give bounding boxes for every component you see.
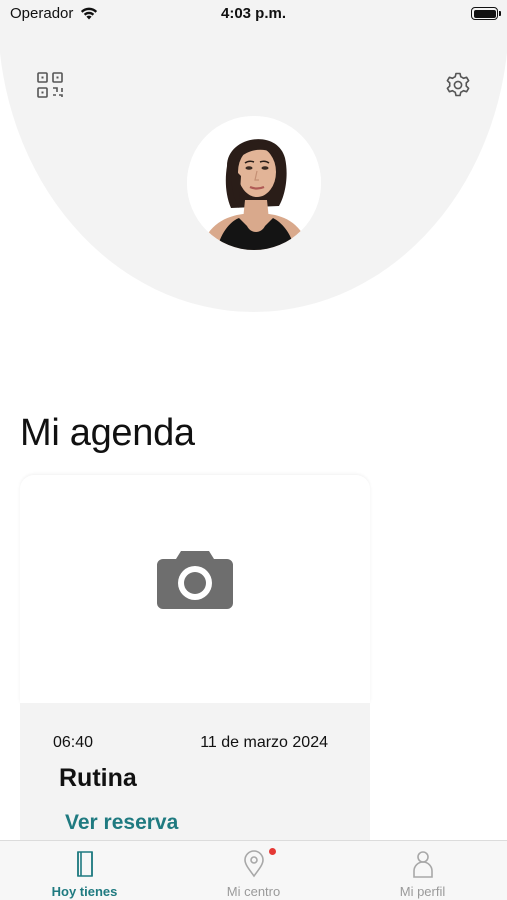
battery-icon — [471, 7, 501, 20]
agenda-card-details[interactable]: 06:40 11 de marzo 2024 Rutina Ver reserv… — [20, 703, 370, 853]
qr-code-icon[interactable] — [36, 71, 64, 99]
booking-time: 06:40 — [53, 734, 94, 751]
agenda-card-image[interactable] — [20, 475, 370, 703]
status-bar: Operador 4:03 p.m. — [0, 0, 507, 28]
person-icon — [413, 851, 433, 878]
agenda-title: Mi agenda — [20, 412, 195, 454]
tab-mi-perfil[interactable]: Mi perfil — [338, 841, 507, 900]
avatar-photo — [187, 116, 321, 250]
booking-date: 11 de marzo 2024 — [200, 734, 328, 751]
tab-mi-centro[interactable]: Mi centro — [169, 841, 338, 900]
notification-dot — [269, 848, 276, 855]
camera-icon — [157, 551, 233, 609]
notebook-icon — [77, 851, 93, 877]
gear-icon[interactable] — [444, 71, 472, 99]
status-time: 4:03 p.m. — [220, 5, 287, 22]
view-booking-link[interactable]: Ver reserva — [65, 811, 178, 835]
tab-hoy-tienes[interactable]: Hoy tienes — [0, 841, 169, 900]
tab-bar: Hoy tienes Mi centro Mi perfil — [0, 840, 507, 900]
tab-label: Mi perfil — [399, 884, 446, 899]
tab-label: Hoy tienes — [51, 884, 118, 899]
avatar[interactable] — [187, 116, 321, 250]
location-pin-icon — [244, 850, 264, 878]
booking-title: Rutina — [59, 764, 137, 792]
tab-label: Mi centro — [226, 884, 281, 899]
